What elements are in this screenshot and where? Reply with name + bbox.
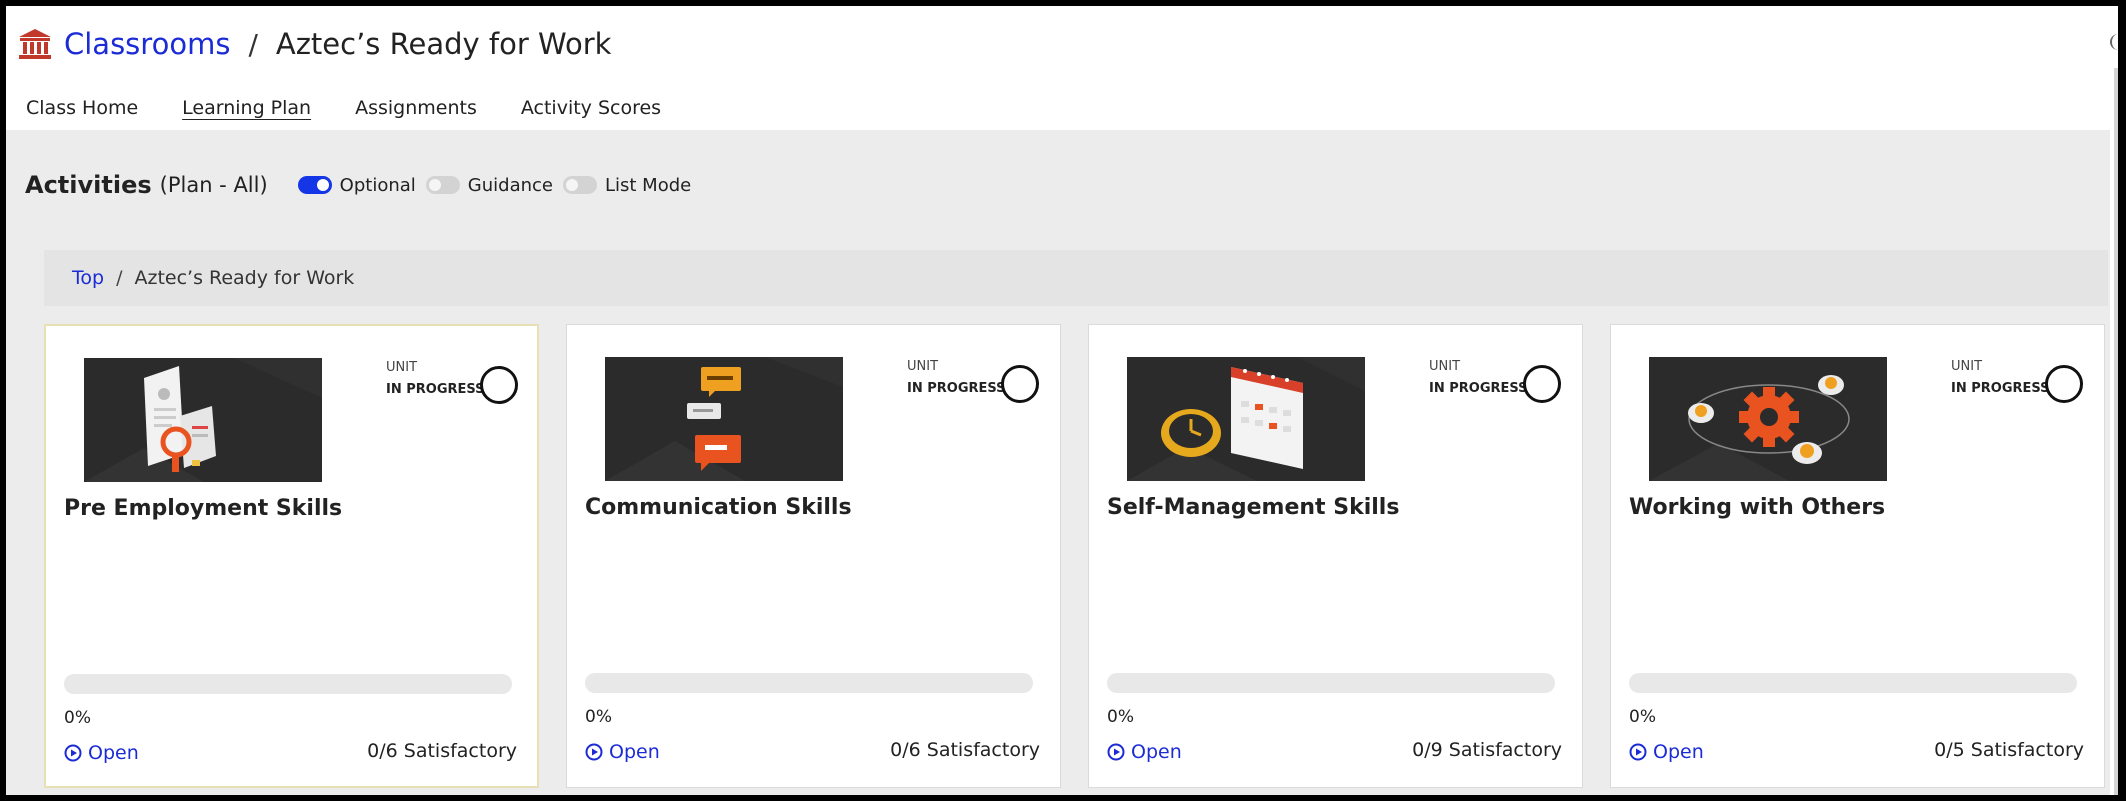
plan-breadcrumb-separator: /: [116, 267, 123, 289]
satisfactory-count: 0/5 Satisfactory: [1934, 739, 2084, 761]
activities-header: Activities (Plan - All) Optional Guidanc…: [25, 165, 701, 205]
completion-circle-icon: [2045, 365, 2083, 403]
card-title: Pre Employment Skills: [64, 496, 343, 521]
tab-assignments[interactable]: Assignments: [355, 97, 477, 119]
page-title: Aztec’s Ready for Work: [275, 27, 612, 61]
breadcrumb-separator: /: [248, 27, 258, 61]
activities-subtitle: (Plan - All): [159, 173, 268, 197]
unit-label: UNIT: [1951, 359, 1983, 374]
play-circle-icon: [64, 744, 82, 762]
unit-card[interactable]: UNIT IN PROGRESS Communication Skills 0%…: [566, 324, 1061, 788]
tab-activity-scores[interactable]: Activity Scores: [521, 97, 661, 119]
unit-label: UNIT: [907, 359, 939, 374]
open-button-label: Open: [609, 741, 660, 763]
open-button[interactable]: Open: [1629, 741, 1704, 763]
unit-label: UNIT: [1429, 359, 1461, 374]
unit-label: UNIT: [386, 360, 418, 375]
card-title: Self-Management Skills: [1107, 495, 1400, 520]
completion-circle-icon: [1001, 365, 1039, 403]
activities-title: Activities: [25, 171, 152, 199]
progress-bar: [585, 673, 1033, 693]
progress-bar: [1629, 673, 2077, 693]
progress-percent: 0%: [585, 707, 612, 727]
open-button[interactable]: Open: [1107, 741, 1182, 763]
progress-percent: 0%: [1107, 707, 1134, 727]
list-mode-toggle[interactable]: [562, 176, 597, 194]
play-circle-icon: [585, 743, 603, 761]
completion-circle-icon: [1523, 365, 1561, 403]
classroom-tabs: Class Home Learning Plan Assignments Act…: [26, 90, 705, 126]
plan-breadcrumb-top-link[interactable]: Top: [72, 267, 104, 289]
optional-toggle[interactable]: [297, 176, 332, 194]
unit-card[interactable]: UNIT IN PROGRESS Pre Employment Skills 0…: [44, 324, 539, 788]
optional-toggle-label: Optional: [339, 174, 416, 196]
satisfactory-count: 0/6 Satisfactory: [890, 739, 1040, 761]
status-badge: IN PROGRESS: [386, 382, 485, 397]
breadcrumb-classrooms-link[interactable]: Classrooms: [64, 27, 230, 61]
play-circle-icon: [1107, 743, 1125, 761]
completion-circle-icon: [480, 366, 518, 404]
unit-card[interactable]: UNIT IN PROGRESS Working with Others 0% …: [1610, 324, 2105, 788]
open-button[interactable]: Open: [64, 742, 139, 764]
tab-learning-plan[interactable]: Learning Plan: [182, 97, 311, 119]
plan-breadcrumb: Top / Aztec’s Ready for Work: [44, 250, 2108, 306]
speech-bubbles-icon: [605, 357, 843, 481]
satisfactory-count: 0/6 Satisfactory: [367, 740, 517, 762]
tab-class-home[interactable]: Class Home: [26, 97, 138, 119]
status-badge: IN PROGRESS: [907, 381, 1006, 396]
list-mode-toggle-label: List Mode: [604, 174, 692, 196]
scrollbar[interactable]: [2114, 68, 2118, 795]
open-button[interactable]: Open: [585, 741, 660, 763]
gear-network-icon: [1649, 357, 1887, 481]
satisfactory-count: 0/9 Satisfactory: [1412, 739, 1562, 761]
status-badge: IN PROGRESS: [1951, 381, 2050, 396]
progress-percent: 0%: [1629, 707, 1656, 727]
guidance-toggle-label: Guidance: [467, 174, 553, 196]
open-button-label: Open: [88, 742, 139, 764]
progress-bar: [64, 674, 512, 694]
play-circle-icon: [1629, 743, 1647, 761]
card-title: Communication Skills: [585, 495, 852, 520]
status-badge: IN PROGRESS: [1429, 381, 1528, 396]
open-button-label: Open: [1131, 741, 1182, 763]
open-button-label: Open: [1653, 741, 1704, 763]
app-frame: Classrooms / Aztec’s Ready for Work Clas…: [6, 6, 2118, 795]
progress-bar: [1107, 673, 1555, 693]
plan-breadcrumb-current: Aztec’s Ready for Work: [134, 267, 355, 289]
bank-icon: [19, 29, 51, 59]
unit-card[interactable]: UNIT IN PROGRESS Self-Management Skills …: [1088, 324, 1583, 788]
resume-magnifier-icon: [84, 358, 322, 482]
progress-percent: 0%: [64, 708, 91, 728]
calendar-clock-icon: [1127, 357, 1365, 481]
breadcrumb: Classrooms / Aztec’s Ready for Work: [18, 20, 611, 68]
edge-control[interactable]: [2110, 34, 2118, 50]
guidance-toggle[interactable]: [425, 176, 460, 194]
card-title: Working with Others: [1629, 495, 1886, 520]
